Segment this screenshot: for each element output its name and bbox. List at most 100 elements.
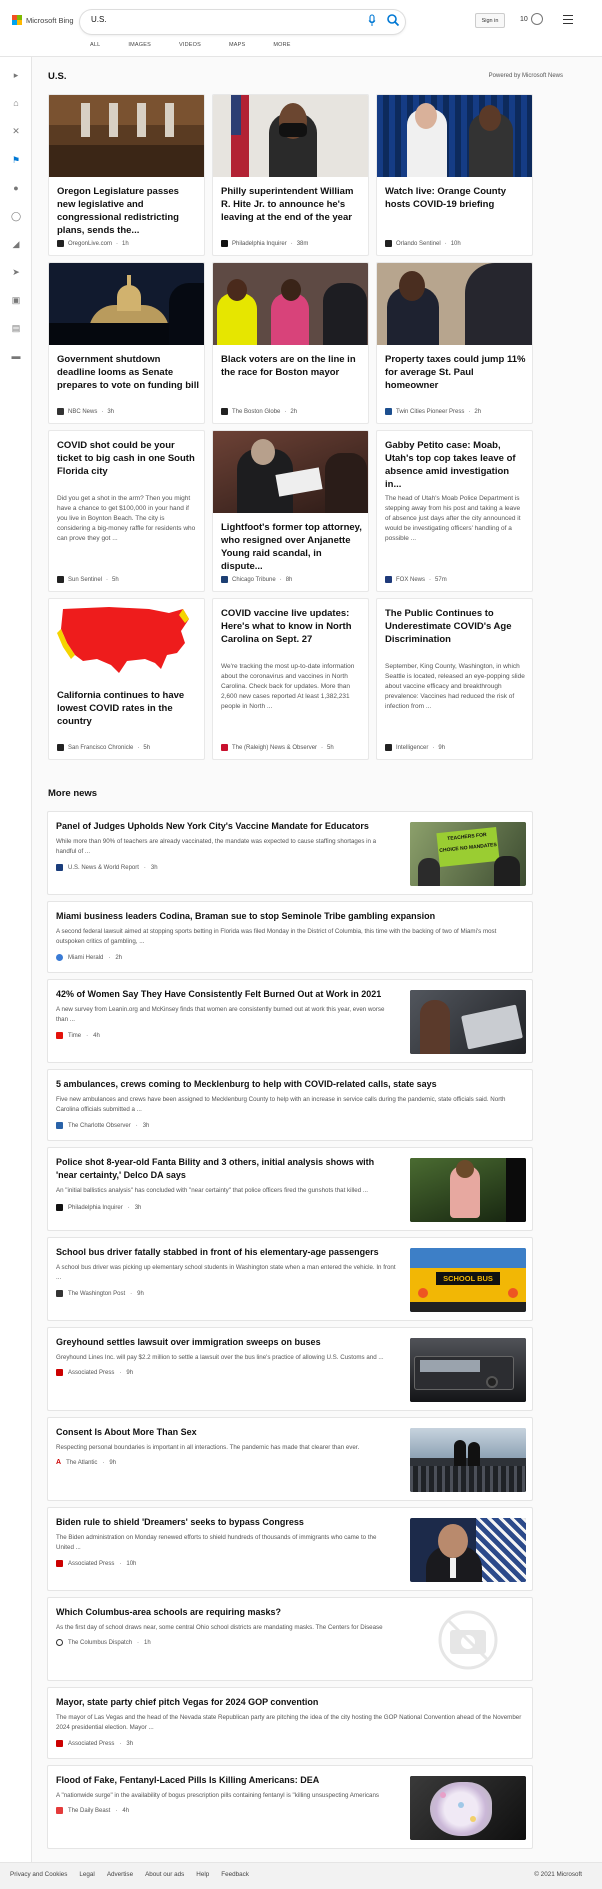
rewards-icon[interactable] <box>531 13 543 25</box>
card-title[interactable]: Black voters are on the line in the race… <box>221 353 363 379</box>
card-image <box>377 95 532 177</box>
card-title[interactable]: The Public Continues to Underestimate CO… <box>385 607 527 646</box>
card-title[interactable]: COVID shot could be your ticket to big c… <box>57 439 199 478</box>
news-card[interactable]: Black voters are on the line in the race… <box>212 262 369 424</box>
news-title[interactable]: Miami business leaders Codina, Braman su… <box>56 910 526 923</box>
card-title[interactable]: Government shutdown deadline looms as Se… <box>57 353 199 392</box>
news-item[interactable]: Flood of Fake, Fentanyl-Laced Pills Is K… <box>47 1765 533 1849</box>
news-thumbnail <box>410 1776 526 1840</box>
hamburger-menu-icon[interactable] <box>563 15 573 24</box>
news-title[interactable]: 5 ambulances, crews coming to Mecklenbur… <box>56 1078 526 1091</box>
card-title[interactable]: Gabby Petito case: Moab, Utah's top cop … <box>385 439 527 491</box>
news-card[interactable]: Philly superintendent William R. Hite Jr… <box>212 94 369 256</box>
news-item[interactable]: Panel of Judges Upholds New York City's … <box>47 811 533 895</box>
footer-link-feedback[interactable]: Feedback <box>221 1871 249 1878</box>
card-title[interactable]: Philly superintendent William R. Hite Jr… <box>221 185 363 224</box>
news-title[interactable]: Consent Is About More Than Sex <box>56 1426 396 1439</box>
news-item[interactable]: Which Columbus-area schools are requirin… <box>47 1597 533 1681</box>
card-title[interactable]: Property taxes could jump 11% for averag… <box>385 353 527 392</box>
news-source: Associated Press · 9h <box>56 1369 133 1376</box>
news-card[interactable]: Watch live: Orange County hosts COVID-19… <box>376 94 533 256</box>
news-thumbnail <box>410 1428 526 1492</box>
news-title[interactable]: Greyhound settles lawsuit over immigrati… <box>56 1336 396 1349</box>
publisher-logo-icon <box>56 1807 63 1814</box>
tab-maps[interactable]: MAPS <box>229 42 245 48</box>
news-title[interactable]: Flood of Fake, Fentanyl-Laced Pills Is K… <box>56 1774 396 1787</box>
money-icon[interactable]: ▬ <box>10 350 22 362</box>
publisher-logo-icon <box>221 240 228 247</box>
news-title[interactable]: Which Columbus-area schools are requirin… <box>56 1606 396 1619</box>
card-snippet: We're tracking the most up-to-date infor… <box>221 663 355 710</box>
footer-link-advertise[interactable]: Advertise <box>107 1871 133 1878</box>
news-item[interactable]: Police shot 8-year-old Fanta Bility and … <box>47 1147 533 1231</box>
sign-in-button[interactable]: Sign in <box>475 13 505 28</box>
tab-videos[interactable]: VIDEOS <box>179 42 201 48</box>
card-title[interactable]: COVID vaccine live updates: Here's what … <box>221 607 363 646</box>
news-title[interactable]: Panel of Judges Upholds New York City's … <box>56 820 396 833</box>
building-icon[interactable]: ▤ <box>10 322 22 334</box>
card-image <box>213 431 368 513</box>
news-item[interactable]: 42% of Women Say They Have Consistently … <box>47 979 533 1063</box>
scope-tabs: ALL IMAGES VIDEOS MAPS MORE <box>90 42 319 48</box>
news-thumbnail <box>410 1608 526 1672</box>
microphone-icon[interactable] <box>368 14 376 28</box>
footer-link-legal[interactable]: Legal <box>79 1871 94 1878</box>
tab-images[interactable]: IMAGES <box>128 42 151 48</box>
news-source: The Charlotte Observer · 3h <box>56 1122 149 1129</box>
footer-link-privacy[interactable]: Privacy and Cookies <box>10 1871 67 1878</box>
news-item[interactable]: Mayor, state party chief pitch Vegas for… <box>47 1687 533 1759</box>
news-title[interactable]: Biden rule to shield 'Dreamers' seeks to… <box>56 1516 396 1529</box>
news-item[interactable]: 5 ambulances, crews coming to Mecklenbur… <box>47 1069 533 1141</box>
publisher-logo-icon <box>57 576 64 583</box>
search-icon[interactable] <box>386 13 400 27</box>
flag-icon[interactable]: ⚑ <box>10 154 22 166</box>
news-card[interactable]: The Public Continues to Underestimate CO… <box>376 598 533 760</box>
card-title[interactable]: Watch live: Orange County hosts COVID-19… <box>385 185 527 211</box>
search-input[interactable] <box>91 15 361 24</box>
card-source: Chicago Tribune · 8h <box>221 576 292 583</box>
news-desc: The Biden administration on Monday renew… <box>56 1534 377 1551</box>
news-item[interactable]: Miami business leaders Codina, Braman su… <box>47 901 533 973</box>
tab-more[interactable]: MORE <box>273 42 290 48</box>
news-title[interactable]: Police shot 8-year-old Fanta Bility and … <box>56 1156 396 1182</box>
news-desc: As the first day of school draws near, s… <box>56 1624 383 1631</box>
card-title[interactable]: Oregon Legislature passes new legislativ… <box>57 185 199 237</box>
news-card[interactable]: Government shutdown deadline looms as Se… <box>48 262 205 424</box>
news-card[interactable]: Property taxes could jump 11% for averag… <box>376 262 533 424</box>
footer-link-about-ads[interactable]: About our ads <box>145 1871 184 1878</box>
rocket-icon[interactable]: ➤ <box>10 266 22 278</box>
news-item[interactable]: Biden rule to shield 'Dreamers' seeks to… <box>47 1507 533 1591</box>
news-card[interactable]: COVID shot could be your ticket to big c… <box>48 430 205 592</box>
globe-icon[interactable]: ◯ <box>10 210 22 222</box>
news-item[interactable]: School bus driver fatally stabbed in fro… <box>47 1237 533 1321</box>
news-desc: While more than 90% of teachers are alre… <box>56 838 377 855</box>
card-title[interactable]: Lightfoot's former top attorney, who res… <box>221 521 363 573</box>
news-card[interactable]: California continues to have lowest COVI… <box>48 598 205 760</box>
tools-icon[interactable]: ✕ <box>10 125 22 137</box>
tab-all[interactable]: ALL <box>90 42 100 48</box>
news-desc: Greyhound Lines Inc. will pay $2.2 milli… <box>56 1354 384 1361</box>
bing-logo[interactable]: Microsoft Bing <box>12 15 74 25</box>
news-card[interactable]: Oregon Legislature passes new legislativ… <box>48 94 205 256</box>
news-card[interactable]: COVID vaccine live updates: Here's what … <box>212 598 369 760</box>
card-title[interactable]: California continues to have lowest COVI… <box>57 689 199 728</box>
search-box[interactable] <box>80 10 405 34</box>
news-thumbnail: SCHOOL BUS <box>410 1248 526 1312</box>
card-source: OregonLive.com · 1h <box>57 240 129 247</box>
home-icon[interactable]: ⌂ <box>10 97 22 109</box>
news-item[interactable]: Consent Is About More Than Sex Respectin… <box>47 1417 533 1501</box>
news-item[interactable]: Greyhound settles lawsuit over immigrati… <box>47 1327 533 1411</box>
news-card[interactable]: Lightfoot's former top attorney, who res… <box>212 430 369 592</box>
card-source: The (Raleigh) News & Observer · 5h <box>221 744 334 751</box>
news-title[interactable]: School bus driver fatally stabbed in fro… <box>56 1246 396 1259</box>
chart-icon[interactable]: ◢ <box>10 238 22 250</box>
powered-by: Powered by Microsoft News <box>488 73 563 79</box>
rewards-points[interactable]: 10 <box>520 16 528 23</box>
location-pin-icon[interactable]: ● <box>10 182 22 194</box>
footer-link-help[interactable]: Help <box>196 1871 209 1878</box>
expand-arrow-icon[interactable]: ▸ <box>10 69 22 81</box>
news-card[interactable]: Gabby Petito case: Moab, Utah's top cop … <box>376 430 533 592</box>
news-title[interactable]: Mayor, state party chief pitch Vegas for… <box>56 1696 526 1709</box>
news-title[interactable]: 42% of Women Say They Have Consistently … <box>56 988 396 1001</box>
entertainment-icon[interactable]: ▣ <box>10 294 22 306</box>
